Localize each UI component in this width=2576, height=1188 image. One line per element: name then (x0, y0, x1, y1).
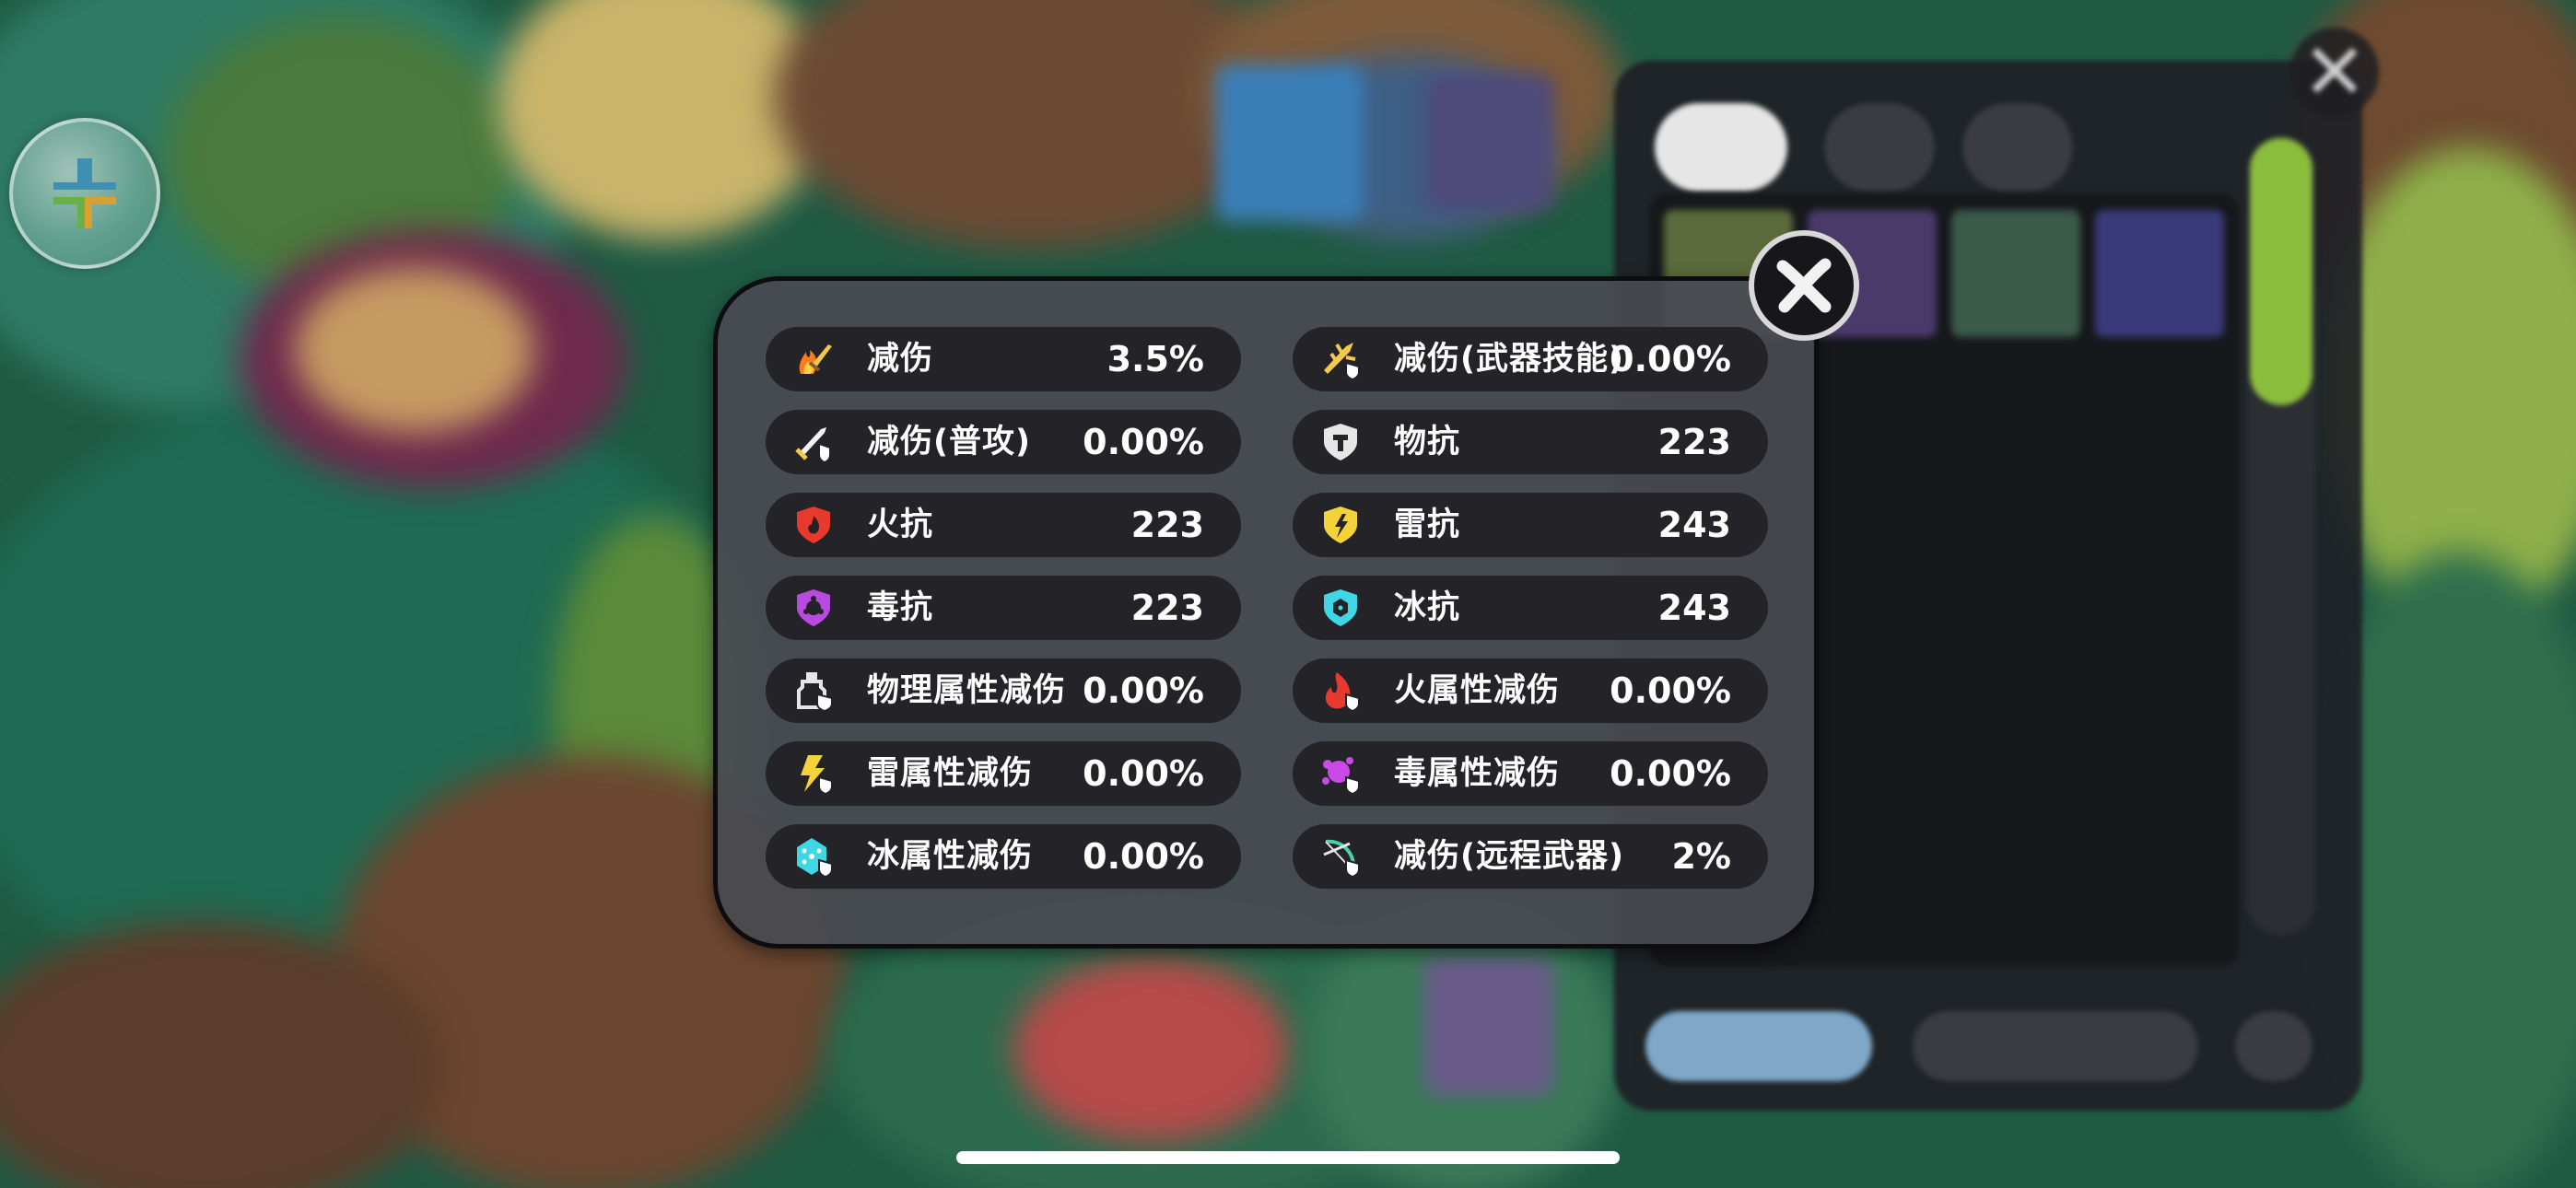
stat-value: 0.00% (1083, 670, 1204, 711)
stat-label: 物抗 (1394, 424, 1461, 460)
stat-label: 毒抗 (867, 589, 934, 626)
stat-row-fire-attr-reduction: 火属性减伤 0.00% (1293, 658, 1768, 723)
inventory-close-icon[interactable]: ✕ (2290, 28, 2379, 116)
home-indicator[interactable] (956, 1151, 1620, 1164)
inventory-extra-button[interactable] (2235, 1011, 2313, 1081)
stat-label: 物理属性减伤 (867, 672, 1067, 709)
close-icon (1776, 258, 1832, 313)
physical-bottle-icon (791, 669, 836, 713)
inventory-sort-button[interactable] (1913, 1011, 2198, 1081)
stat-label: 火抗 (867, 507, 934, 543)
stat-row-poison-attr-reduction: 毒属性减伤 0.00% (1293, 741, 1768, 806)
stat-value: 3.5% (1107, 339, 1204, 379)
ice-shield-icon (1318, 586, 1363, 630)
stat-row-ranged-weapon-reduction: 减伤(远程武器) 2% (1293, 824, 1768, 889)
stat-value: 0.00% (1083, 753, 1204, 794)
stat-label: 减伤 (867, 341, 934, 378)
inventory-slot[interactable] (2095, 210, 2224, 337)
stat-row-poison-resistance: 毒抗 223 (766, 576, 1241, 640)
stat-value: 223 (1130, 505, 1204, 545)
resistance-stats-modal: 减伤 3.5% 减伤(普攻) 0.00% 火抗 223 毒抗 223 物理属性减… (713, 276, 1819, 949)
poison-shield-icon (791, 586, 836, 630)
stat-label: 冰属性减伤 (867, 838, 1034, 875)
stat-label: 冰抗 (1394, 589, 1461, 626)
stat-row-ice-resistance: 冰抗 243 (1293, 576, 1768, 640)
stat-value: 2% (1671, 836, 1731, 877)
stats-column-left: 减伤 3.5% 减伤(普攻) 0.00% 火抗 223 毒抗 223 物理属性减… (766, 327, 1241, 907)
stat-value: 0.00% (1083, 836, 1204, 877)
stat-label: 毒属性减伤 (1394, 755, 1561, 792)
stat-value: 0.00% (1610, 753, 1731, 794)
stats-column-right: 减伤(武器技能) 0.00% 物抗 223 雷抗 243 冰抗 243 火属性减… (1293, 327, 1768, 907)
stat-label: 雷抗 (1394, 507, 1461, 543)
ice-crystal-icon (791, 834, 836, 879)
stat-row-physical-attr-reduction: 物理属性减伤 0.00% (766, 658, 1241, 723)
stat-row-normal-attack-reduction: 减伤(普攻) 0.00% (766, 410, 1241, 474)
stat-value: 0.00% (1610, 670, 1731, 711)
fire-shield-icon (791, 503, 836, 547)
inventory-tab-weapons[interactable] (1655, 103, 1787, 192)
inventory-tab-armor[interactable] (1824, 103, 1935, 192)
inventory-tab-items[interactable] (1962, 103, 2073, 192)
stat-row-ice-attr-reduction: 冰属性减伤 0.00% (766, 824, 1241, 889)
lightning-shield-icon (1318, 503, 1363, 547)
fire-flame-icon (1318, 669, 1363, 713)
stat-row-fire-resistance: 火抗 223 (766, 493, 1241, 557)
stat-value: 223 (1657, 422, 1731, 462)
stat-value: 223 (1130, 588, 1204, 628)
inventory-slot[interactable] (1951, 210, 2080, 337)
close-button[interactable] (1749, 230, 1859, 341)
bow-icon (1318, 834, 1363, 879)
lightning-bolt-icon (791, 751, 836, 796)
flame-sword-icon (791, 337, 836, 381)
stat-label: 减伤(普攻) (867, 424, 1031, 460)
stat-label: 减伤(远程武器) (1394, 838, 1624, 875)
stat-label: 雷属性减伤 (867, 755, 1034, 792)
stat-row-weapon-skill-reduction: 减伤(武器技能) 0.00% (1293, 327, 1768, 391)
poison-splash-icon (1318, 751, 1363, 796)
inventory-action-button[interactable] (1645, 1011, 1872, 1081)
stat-row-lightning-attr-reduction: 雷属性减伤 0.00% (766, 741, 1241, 806)
stat-row-lightning-resistance: 雷抗 243 (1293, 493, 1768, 557)
menu-bubble-button[interactable] (9, 118, 160, 269)
physical-shield-icon (1318, 420, 1363, 464)
inventory-scroll-thumb[interactable] (2250, 138, 2313, 405)
stat-row-physical-resistance: 物抗 223 (1293, 410, 1768, 474)
stat-value: 243 (1657, 588, 1731, 628)
stat-value: 243 (1657, 505, 1731, 545)
stat-label: 减伤(武器技能) (1394, 341, 1624, 378)
grid-menu-icon (53, 158, 116, 228)
stat-row-damage-reduction: 减伤 3.5% (766, 327, 1241, 391)
stat-value: 0.00% (1610, 339, 1731, 379)
sword-shield-icon (791, 420, 836, 464)
stat-label: 火属性减伤 (1394, 672, 1561, 709)
weapon-skill-icon (1318, 337, 1363, 381)
stat-value: 0.00% (1083, 422, 1204, 462)
